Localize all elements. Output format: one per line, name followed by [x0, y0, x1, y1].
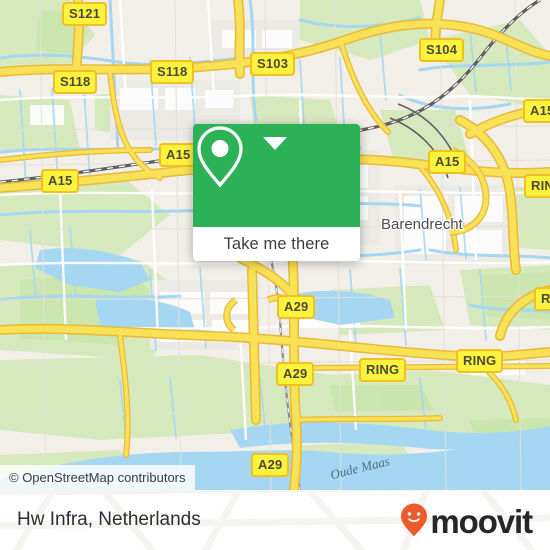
road-shield-a15-west[interactable]: A15 — [41, 169, 80, 193]
moovit-pin-smiley-icon — [401, 503, 428, 537]
road-shield-ring-east-edge[interactable]: RING — [534, 287, 550, 311]
road-shield-ring-centre[interactable]: RING — [359, 358, 407, 382]
map-canvas[interactable]: Oude Maas S121 S104 S118 S103 S118 A15 A… — [0, 0, 550, 490]
footer-bar: Hw Infra, Netherlands moovit — [0, 490, 550, 550]
road-shield-a29-north[interactable]: A29 — [277, 295, 316, 319]
map-screenshot: Oude Maas S121 S104 S118 S103 S118 A15 A… — [0, 0, 550, 550]
road-shield-s103[interactable]: S103 — [250, 52, 296, 76]
moovit-wordmark: moovit — [430, 502, 533, 540]
location-title: Hw Infra, Netherlands — [17, 509, 201, 530]
road-shield-ring-east[interactable]: RING — [456, 349, 504, 373]
road-shield-a15-centre[interactable]: A15 — [159, 143, 198, 167]
road-shield-s118-west[interactable]: S118 — [53, 70, 98, 94]
road-shield-a29-mid[interactable]: A29 — [276, 362, 315, 386]
road-shield-ring-northeast[interactable]: RING — [524, 174, 550, 198]
road-shield-a15-east[interactable]: A15 — [428, 150, 467, 174]
road-shield-s104[interactable]: S104 — [419, 38, 465, 62]
road-shield-a29-south[interactable]: A29 — [251, 453, 290, 477]
map-pin-icon — [197, 126, 243, 188]
road-shield-s121-north[interactable]: S121 — [62, 2, 108, 26]
place-label-barendrecht: Barendrecht — [381, 216, 463, 233]
moovit-logo[interactable]: moovit — [399, 502, 533, 540]
popup-action-area[interactable]: Take me there — [193, 227, 360, 261]
osm-attribution[interactable]: © OpenStreetMap contributors — [0, 465, 195, 490]
road-shield-s118-east[interactable]: S118 — [150, 60, 195, 84]
take-me-there-label: Take me there — [223, 234, 330, 253]
road-shield-a15-far-east[interactable]: A15 — [523, 99, 550, 123]
popup-pointer-tail — [263, 137, 287, 150]
